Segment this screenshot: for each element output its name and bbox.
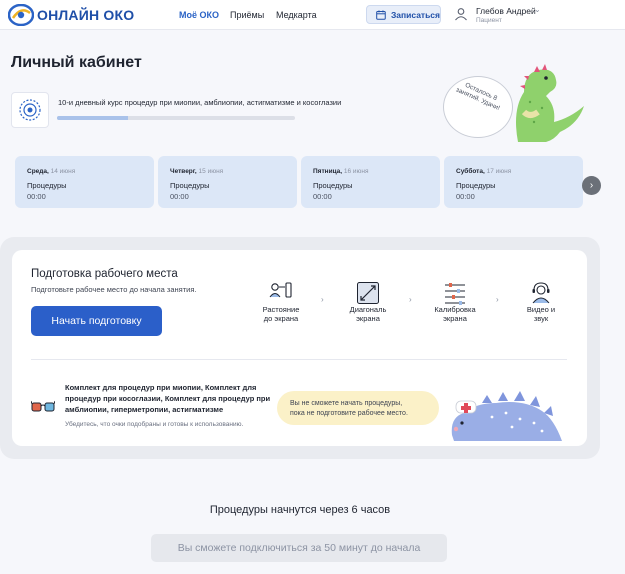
step-label: Диагональ экрана bbox=[349, 305, 387, 324]
schedule-time: 00:00 bbox=[170, 192, 189, 201]
chevron-down-icon[interactable]: ⌄ bbox=[534, 5, 541, 14]
calibration-icon bbox=[445, 283, 465, 305]
diagonal-icon bbox=[357, 282, 379, 304]
divider bbox=[31, 359, 567, 360]
book-button-label: Записаться bbox=[390, 9, 440, 20]
brand-name[interactable]: ОНЛАЙН ОКО bbox=[37, 7, 134, 23]
eye-icon bbox=[19, 99, 41, 121]
chevron-right-icon: › bbox=[409, 295, 412, 304]
chevron-right-icon[interactable]: › bbox=[582, 176, 601, 195]
schedule-card[interactable]: Четверг, 15 июня Процедуры 00:00 bbox=[158, 156, 297, 208]
logo-icon bbox=[8, 4, 34, 26]
step-label: Видео и звук bbox=[526, 305, 556, 324]
chevron-right-icon: › bbox=[321, 295, 324, 304]
schedule-time: 00:00 bbox=[27, 192, 46, 201]
warning-bubble: Вы не сможете начать процедуры, пока не … bbox=[277, 391, 439, 425]
schedule-date: 14 июня bbox=[50, 168, 76, 175]
schedule-day: Среда, 14 июня bbox=[27, 168, 76, 175]
schedule-date: 16 июня bbox=[343, 168, 369, 175]
schedule-day: Пятница, 16 июня bbox=[313, 168, 369, 175]
countdown-text: Процедуры начнутся через 6 часов bbox=[209, 504, 391, 516]
schedule-label: Процедуры bbox=[170, 181, 210, 190]
course-progress-fill bbox=[57, 116, 129, 120]
top-bar: ОНЛАЙН ОКО Моё ОКО Приёмы Медкарта Запис… bbox=[0, 0, 625, 30]
glasses-icon bbox=[31, 400, 55, 412]
chevron-right-icon: › bbox=[496, 295, 499, 304]
connect-button[interactable]: Вы сможете подключиться за 50 минут до н… bbox=[151, 534, 447, 562]
dino-mascot-illustration bbox=[516, 64, 584, 142]
kit-note: Убедитесь, что очки подобраны и готовы к… bbox=[65, 421, 244, 428]
start-prep-button[interactable]: Начать подготовку bbox=[31, 306, 162, 336]
schedule-card[interactable]: Среда, 14 июня Процедуры 00:00 bbox=[15, 156, 154, 208]
prep-title: Подготовка рабочего места bbox=[31, 268, 178, 280]
schedule-label: Процедуры bbox=[313, 181, 353, 190]
user-name[interactable]: Глебов Андрей bbox=[476, 6, 536, 16]
page-title: Личный кабинет bbox=[11, 54, 142, 71]
video-sound-icon bbox=[532, 282, 550, 304]
schedule-time: 00:00 bbox=[313, 192, 332, 201]
course-progress-bar bbox=[57, 116, 295, 120]
schedule-label: Процедуры bbox=[456, 181, 496, 190]
step-label: Калибровка экрана bbox=[434, 305, 476, 324]
book-button[interactable]: Записаться bbox=[366, 5, 441, 24]
schedule-day: Суббота, 17 июня bbox=[456, 168, 512, 175]
kit-description: Комплект для процедур при миопии, Компле… bbox=[65, 383, 271, 414]
nav-medical-card[interactable]: Медкарта bbox=[276, 10, 317, 20]
nav-my-oko[interactable]: Моё ОКО bbox=[179, 10, 219, 20]
schedule-date: 17 июня bbox=[486, 168, 512, 175]
schedule-date: 15 июня bbox=[198, 168, 224, 175]
distance-icon bbox=[269, 282, 292, 298]
calendar-icon bbox=[376, 9, 386, 20]
nav-appointments[interactable]: Приёмы bbox=[230, 10, 264, 20]
schedule-label: Процедуры bbox=[27, 181, 67, 190]
warning-line: Вы не сможете начать процедуры, bbox=[290, 400, 403, 407]
schedule-day: Четверг, 15 июня bbox=[170, 168, 224, 175]
user-role: Пациент bbox=[476, 17, 502, 24]
schedule-card[interactable]: Суббота, 17 июня Процедуры 00:00 bbox=[444, 156, 583, 208]
dino-doctor-illustration bbox=[451, 391, 562, 441]
schedule-time: 00:00 bbox=[456, 192, 475, 201]
warning-line: пока не подготовите рабочее место. bbox=[290, 409, 408, 417]
prep-subtitle: Подготовьте рабочее место до начала заня… bbox=[31, 285, 197, 294]
course-badge bbox=[11, 92, 49, 128]
step-label: Растояние до экрана bbox=[262, 305, 300, 324]
course-description: 10-и дневный курс процедур при миопии, а… bbox=[58, 98, 342, 107]
user-icon[interactable] bbox=[454, 7, 468, 21]
schedule-card[interactable]: Пятница, 16 июня Процедуры 00:00 bbox=[301, 156, 440, 208]
